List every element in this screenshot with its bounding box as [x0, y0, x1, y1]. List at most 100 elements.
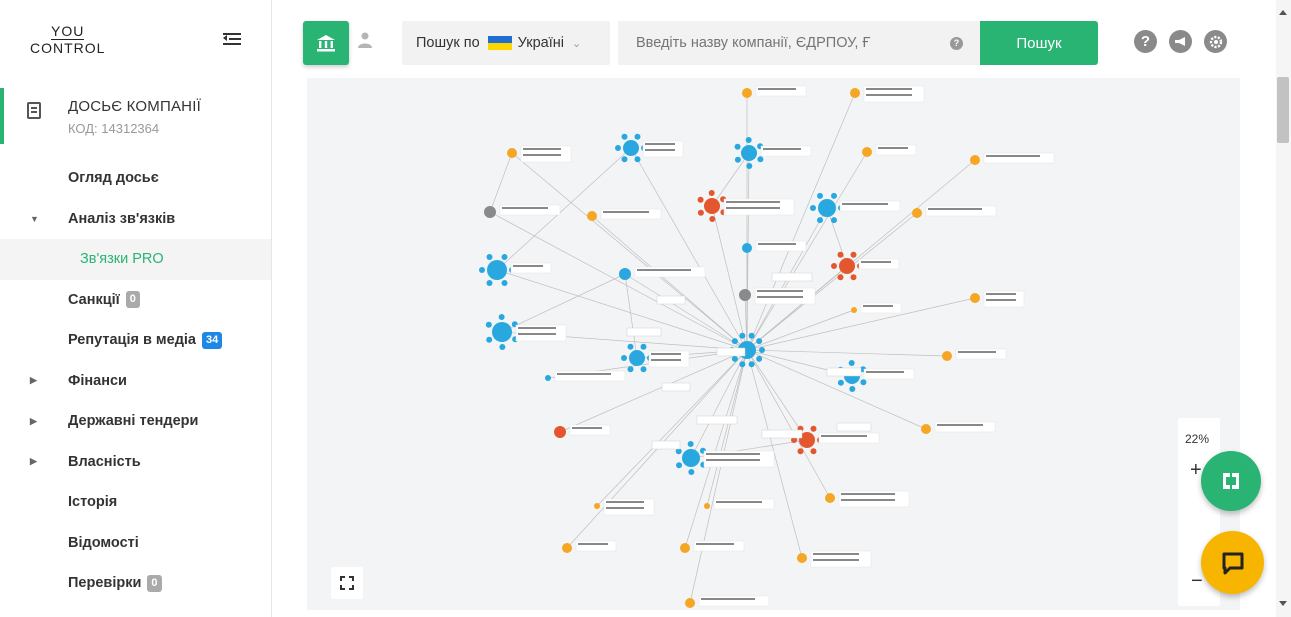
nav-link-analysis[interactable]: ▼ Аналіз зв'язків [0, 199, 271, 240]
sidebar: YOU CONTROL ДОСЬЄ КОМПАНІЇ КОД: 14312364… [0, 0, 272, 617]
graph-node[interactable] [680, 540, 745, 553]
graph-node[interactable] [621, 343, 690, 373]
graph-node[interactable] [912, 205, 997, 218]
graph-node[interactable] [484, 204, 561, 218]
edge-label [696, 415, 738, 425]
graph-node[interactable] [810, 192, 901, 224]
chat-bubble-icon [1222, 552, 1243, 574]
graph-node[interactable] [739, 287, 816, 305]
collapse-sidebar-icon[interactable] [223, 31, 241, 47]
graph-node[interactable] [742, 240, 807, 253]
edge-label [771, 272, 813, 282]
bank-icon [317, 35, 335, 52]
megaphone-icon[interactable] [1169, 30, 1192, 53]
graph-node[interactable] [594, 498, 655, 516]
scroll-up-icon[interactable] [1279, 10, 1287, 15]
graph-node[interactable] [825, 490, 910, 508]
graph-node[interactable] [921, 421, 996, 434]
graph-node[interactable] [479, 254, 552, 286]
nav-label: Репутація в медіа [68, 332, 197, 349]
company-search-input[interactable] [618, 21, 980, 65]
nav-label: Відомості [68, 534, 139, 551]
edge-label [826, 367, 862, 377]
edge-label [761, 429, 803, 439]
graph-node[interactable] [485, 314, 567, 350]
logo-line-2: CONTROL [30, 39, 106, 56]
support-chat-button[interactable] [1201, 531, 1264, 594]
expand-arrow-icon: ▶ [30, 456, 37, 467]
top-bar: Пошук по Україні ⌄ ? Пошук ? [272, 0, 1276, 78]
graph-node[interactable] [970, 290, 1025, 308]
active-indicator [0, 88, 4, 144]
bottom-edge [272, 610, 1276, 617]
nav-links-pro[interactable]: Зв'язки PRO [0, 239, 271, 280]
graph-node[interactable] [675, 441, 775, 475]
graph-node[interactable] [862, 144, 917, 157]
graph-node[interactable] [970, 152, 1055, 165]
nav-inspections[interactable]: Перевірки 0 [0, 563, 271, 604]
expand-arrow-icon: ▼ [30, 213, 39, 224]
links-graph[interactable] [307, 78, 1240, 610]
question-icon[interactable]: ? [1134, 30, 1157, 53]
company-search-toggle[interactable] [303, 21, 349, 65]
dossier-header[interactable]: ДОСЬЄ КОМПАНІЇ КОД: 14312364 [0, 78, 271, 158]
settings-icon[interactable] [1204, 30, 1227, 53]
graph-node[interactable] [545, 370, 626, 382]
edge-label [836, 422, 872, 432]
count-badge: 0 [147, 574, 162, 592]
graph-node[interactable] [734, 137, 812, 169]
chevron-down-icon: ⌄ [571, 37, 582, 50]
ukraine-flag-icon [487, 36, 512, 50]
zoom-in-button[interactable]: + [1190, 459, 1202, 482]
fullscreen-icon[interactable] [331, 567, 363, 599]
graph-node[interactable] [697, 190, 795, 222]
edge-label [716, 347, 746, 357]
graph-node[interactable] [507, 145, 572, 163]
nav-media-reputation[interactable]: Репутація в медіа 34 [0, 320, 271, 361]
graph-node[interactable] [942, 348, 1007, 361]
person-search-icon[interactable] [358, 32, 372, 48]
search-by-label: Пошук по [416, 35, 480, 51]
graph-node[interactable] [831, 251, 900, 281]
edge-label [661, 382, 691, 392]
logo[interactable]: YOU CONTROL [30, 23, 105, 56]
nav-overview[interactable]: Огляд досьє [0, 158, 271, 199]
nav-tenders[interactable]: ▶ Державні тендери [0, 401, 271, 442]
country-value: Україні [517, 35, 564, 51]
search-help-icon[interactable]: ? [950, 37, 963, 50]
graph-node[interactable] [554, 424, 611, 438]
graph-canvas[interactable] [307, 78, 1240, 610]
nav-property[interactable]: ▶ Власність [0, 442, 271, 483]
nav-sanctions[interactable]: Санкції 0 [0, 280, 271, 321]
app-root: YOU CONTROL ДОСЬЄ КОМПАНІЇ КОД: 14312364… [0, 0, 1291, 617]
graph-node[interactable] [797, 550, 872, 568]
zoom-level: 22% [1185, 432, 1210, 446]
graph-node[interactable] [850, 85, 925, 103]
graph-node[interactable] [587, 208, 662, 221]
expand-arrow-icon: ▶ [30, 375, 37, 386]
logo-area: YOU CONTROL [0, 0, 271, 78]
chat-widget-button[interactable] [1201, 451, 1261, 511]
scroll-down-icon[interactable] [1279, 601, 1287, 606]
graph-node[interactable] [704, 498, 775, 510]
nav-label: Фінанси [68, 372, 127, 389]
logo-line-1: YOU [51, 22, 85, 40]
search-button[interactable]: Пошук [980, 21, 1098, 65]
nav-label: Державні тендери [68, 413, 199, 430]
nav-info[interactable]: Відомості [0, 523, 271, 564]
nav-label: Перевірки [68, 575, 142, 592]
graph-node[interactable] [851, 302, 902, 314]
scroll-thumb[interactable] [1277, 77, 1289, 143]
dossier-title: ДОСЬЄ КОМПАНІЇ [68, 98, 201, 115]
graph-node[interactable] [685, 595, 770, 608]
graph-node[interactable] [562, 540, 617, 553]
graph-node[interactable] [615, 133, 684, 163]
search-country-select[interactable]: Пошук по Україні ⌄ [402, 21, 610, 65]
document-icon [27, 102, 41, 119]
nav-finance[interactable]: ▶ Фінанси [0, 361, 271, 402]
graph-node[interactable] [742, 85, 807, 98]
nav-label: Санкції [68, 291, 120, 308]
nav-history[interactable]: Історія [0, 482, 271, 523]
quote-icon [1223, 473, 1239, 489]
zoom-out-button[interactable]: − [1191, 570, 1203, 593]
